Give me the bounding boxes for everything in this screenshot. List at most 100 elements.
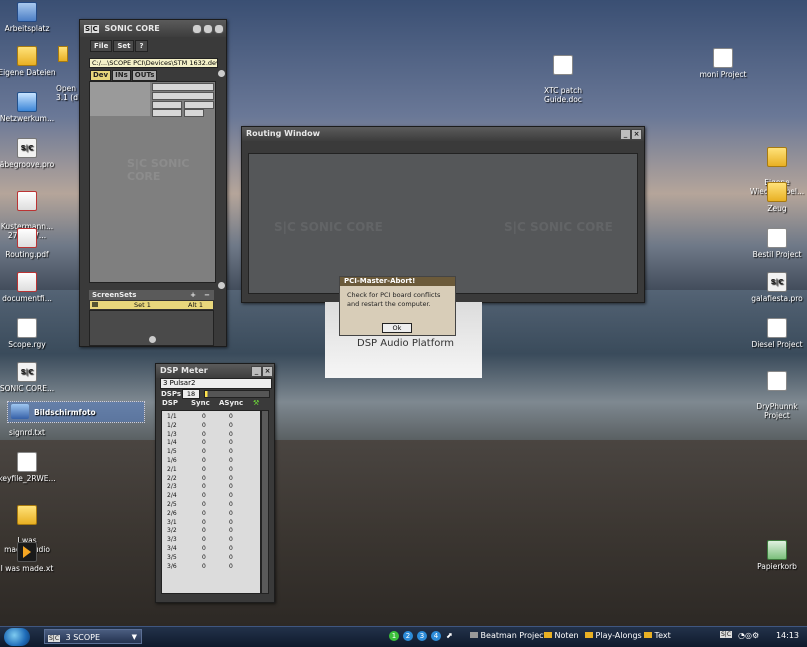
dsp-scrollbar[interactable] [261, 410, 269, 594]
taskbar-link-beatman[interactable]: Beatman Project [470, 631, 547, 640]
dsp-load-bar [204, 390, 270, 398]
desktop-icon-i-was-made-xt[interactable]: I was made.xt [0, 542, 62, 573]
dsp-row: 3/1 0 0 [162, 519, 260, 528]
help-dot-button[interactable] [192, 24, 202, 34]
desktop-icon-zeug[interactable]: Zeug [742, 182, 807, 213]
sonic-core-panel[interactable]: S|C SONIC CORE File Set? C:/...\SCOPE PCI… [79, 19, 227, 347]
sonic-core-titlebar[interactable]: S|C SONIC CORE [80, 20, 226, 37]
dsp-async: 0 [229, 457, 233, 464]
quicklaunch-3[interactable]: 3 [417, 631, 427, 641]
dsp-id: 3/5 [167, 553, 177, 561]
taskbar-link-noten[interactable]: Noten [544, 631, 579, 640]
dsp-async: 0 [229, 501, 233, 508]
desktop-icon-routing-pdf[interactable]: Routing.pdf [0, 228, 62, 259]
desktop-icon-sonic-core[interactable]: S|C SONIC CORE... [0, 362, 62, 393]
dsp-meter-titlebar[interactable]: DSP Meter _ × [156, 364, 274, 378]
document-icon [17, 318, 37, 338]
add-screenset-button[interactable]: + [190, 290, 196, 300]
minimize-button[interactable]: _ [251, 366, 262, 377]
desktop-icon-dryphunnk[interactable]: DryPhunnk Project [742, 362, 807, 429]
tray-icons[interactable]: ◔◎⚙ [738, 631, 759, 640]
scroll-dot[interactable] [218, 282, 225, 289]
taskbar-link-text[interactable]: Text [644, 631, 671, 640]
set-menu[interactable]: Set [113, 40, 135, 52]
close-button[interactable]: × [262, 366, 273, 377]
taskbar-scope-button[interactable]: S|C 3 SCOPE ▼ [44, 629, 142, 644]
quicklaunch-1[interactable]: 1 [389, 631, 399, 641]
dsps-label: DSPs [161, 390, 182, 398]
desktop-icon-scope-rgy[interactable]: Scope.rgy [0, 318, 62, 349]
taskbar: S|C 3 SCOPE ▼ 1 2 3 4 ⬈ Beatman Project … [0, 626, 807, 647]
splash-text: DSP Audio Platform [357, 338, 455, 349]
device-row[interactable] [152, 109, 182, 117]
dsp-sync: 0 [202, 413, 206, 420]
minimize-button[interactable]: _ [620, 129, 631, 140]
launch-icon[interactable]: ⬈ [446, 631, 453, 640]
dsp-sync: 0 [202, 465, 206, 473]
dsp-id: 2/2 [167, 474, 177, 482]
folder-icon [585, 632, 593, 638]
dsp-async: 0 [229, 483, 233, 491]
device-row[interactable] [152, 92, 214, 100]
routing-window-titlebar[interactable]: Routing Window _ × [242, 127, 644, 141]
file-menu[interactable]: File [90, 40, 113, 52]
help-menu[interactable]: ? [135, 40, 148, 52]
taskbar-link-play-alongs[interactable]: Play-Alongs [585, 631, 642, 640]
clock[interactable]: 14:13 [776, 631, 799, 640]
tab-outs[interactable]: OUTs [131, 70, 158, 81]
pdf-icon [17, 272, 37, 292]
dsp-row: 2/1 0 0 [162, 466, 260, 475]
desktop-icon-signrd[interactable]: signrd.txt [0, 428, 62, 437]
dsp-board-select[interactable]: 3 Pulsar2 [160, 378, 272, 389]
dsp-async: 0 [229, 545, 233, 552]
device-row[interactable] [184, 109, 204, 117]
device-row[interactable] [152, 83, 214, 91]
desktop-icon-diesel-project[interactable]: Diesel Project [742, 318, 807, 349]
desktop-icon-abegroove[interactable]: S|C äbegroove.pro [0, 138, 62, 169]
quicklaunch-4[interactable]: 4 [431, 631, 441, 641]
desktop-icon-arbeitsplatz[interactable]: Arbeitsplatz [0, 2, 62, 33]
start-button[interactable] [4, 628, 30, 646]
tray-sc-icon[interactable]: S|C [720, 631, 733, 638]
routing-canvas[interactable]: S|C SONIC CORE S|C SONIC CORE [248, 153, 638, 294]
dsp-async: 0 [229, 536, 233, 544]
desktop-icon-bildschirmfoto[interactable]: Bildschirmfoto [7, 401, 145, 423]
remove-screenset-button[interactable]: − [204, 290, 210, 300]
dsp-row: 3/2 0 0 [162, 527, 260, 536]
device-row[interactable] [184, 101, 214, 109]
quicklaunch-2[interactable]: 2 [403, 631, 413, 641]
tab-dev[interactable]: Dev [90, 70, 112, 81]
screensets-header: ScreenSets + − [89, 290, 214, 300]
dsp-async: 0 [229, 474, 233, 482]
dsp-sync: 0 [202, 545, 206, 552]
dsp-row: 1/6 0 0 [162, 457, 260, 466]
scroll-dot[interactable] [218, 70, 225, 77]
minimize-dot-button[interactable] [203, 24, 213, 34]
dsp-meter-panel[interactable]: DSP Meter _ × 3 Pulsar2 DSPs 18 DSP Sync… [155, 363, 275, 603]
desktop-icon-documentfi[interactable]: documentfi... [0, 272, 62, 303]
folder-icon [767, 147, 787, 167]
close-dot-button[interactable] [214, 24, 224, 34]
device-list[interactable]: S|C SONIC CORE [89, 81, 216, 283]
desktop-icon-xtc-patch[interactable]: XTC patch Guide.doc [528, 46, 598, 113]
tab-ins[interactable]: INs [112, 70, 131, 81]
dialog-title: PCI-Master-Abort! [340, 277, 455, 286]
folder-icon [544, 632, 552, 638]
ok-button[interactable]: Ok [382, 323, 412, 333]
desktop-icon-moni-project[interactable]: moni Project [688, 48, 758, 79]
device-path-field[interactable]: C:/...\SCOPE PCI\Devices\STM 1632.dev [89, 58, 218, 68]
dsp-sync: 0 [202, 457, 206, 464]
desktop-icon-galafiesta[interactable]: S|C galafiesta.pro [742, 272, 807, 303]
close-button[interactable]: × [631, 129, 642, 140]
screenset-row[interactable]: Set 1 Alt 1 [89, 300, 214, 310]
desktop-icon-bestil-project[interactable]: Bestil Project [742, 228, 807, 259]
reset-icon[interactable]: ⚒ [253, 399, 259, 407]
dsp-row: 1/2 0 0 [162, 422, 260, 431]
device-row[interactable] [152, 101, 182, 109]
dsp-async: 0 [229, 421, 233, 429]
desktop-icon-keyfile[interactable]: keyfile_2RWE... [0, 452, 62, 483]
panel-bottom-dot[interactable] [149, 336, 156, 343]
project-icon [767, 371, 787, 391]
desktop-icon-papierkorb[interactable]: Papierkorb [742, 540, 807, 571]
dsp-sync: 0 [202, 527, 206, 535]
